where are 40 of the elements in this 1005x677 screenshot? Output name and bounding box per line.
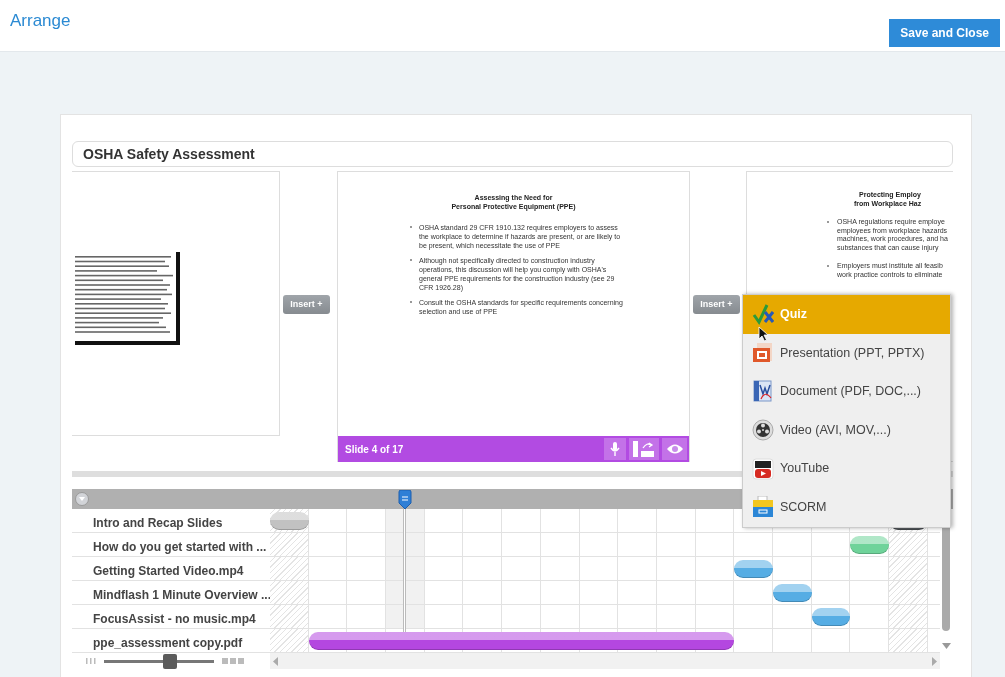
layout-icon [632,440,656,458]
title-field[interactable]: OSHA Safety Assessment [72,141,953,167]
playhead-marker[interactable] [398,490,413,510]
menu-item[interactable]: Video (AVI, MOV,...) [743,410,950,450]
preview-button[interactable] [662,438,687,460]
eye-icon [665,443,684,455]
bar-segment[interactable] [308,631,348,650]
timeline-bar[interactable] [734,559,773,578]
microphone-button[interactable] [604,438,626,460]
collapse-button[interactable] [75,492,89,506]
page-title: Arrange [10,10,71,32]
slider-thumb[interactable] [163,653,177,669]
cursor-icon [758,326,769,342]
video-logo-icon [752,457,774,480]
layout-button[interactable] [629,438,659,460]
timeline-bar[interactable] [811,607,851,626]
timeline-bar[interactable] [772,583,812,602]
horizontal-scrollbar[interactable] [270,653,940,669]
slide-card[interactable] [72,171,280,436]
bar-segment[interactable] [694,631,735,650]
scroll-down-icon[interactable] [942,643,951,649]
zoom-in-icon [222,658,244,664]
menu-item[interactable]: SCORM [743,487,950,527]
file-box-icon [752,496,774,519]
timeline-bar[interactable] [850,535,889,554]
menu-item[interactable]: YouTube [743,449,950,488]
menu-item[interactable]: Document (PDF, DOC,...) [743,372,950,411]
save-and-close-button[interactable]: Save and Close [889,19,1000,47]
presentation-icon [752,341,774,364]
slide-card[interactable] [337,171,690,462]
menu-item[interactable]: Presentation (PPT, PPTX) [743,333,950,373]
track-label[interactable]: Intro and Recap Slides [72,509,270,533]
scroll-left-icon [273,656,278,666]
check-x-icon [752,303,774,326]
scroll-right-icon [932,656,937,666]
microphone-icon [610,442,620,456]
slide-counter: Slide 4 of 17 [345,442,404,457]
zoom-out-icon [86,658,96,664]
film-reel-icon [752,419,774,442]
document-icon [752,380,774,403]
